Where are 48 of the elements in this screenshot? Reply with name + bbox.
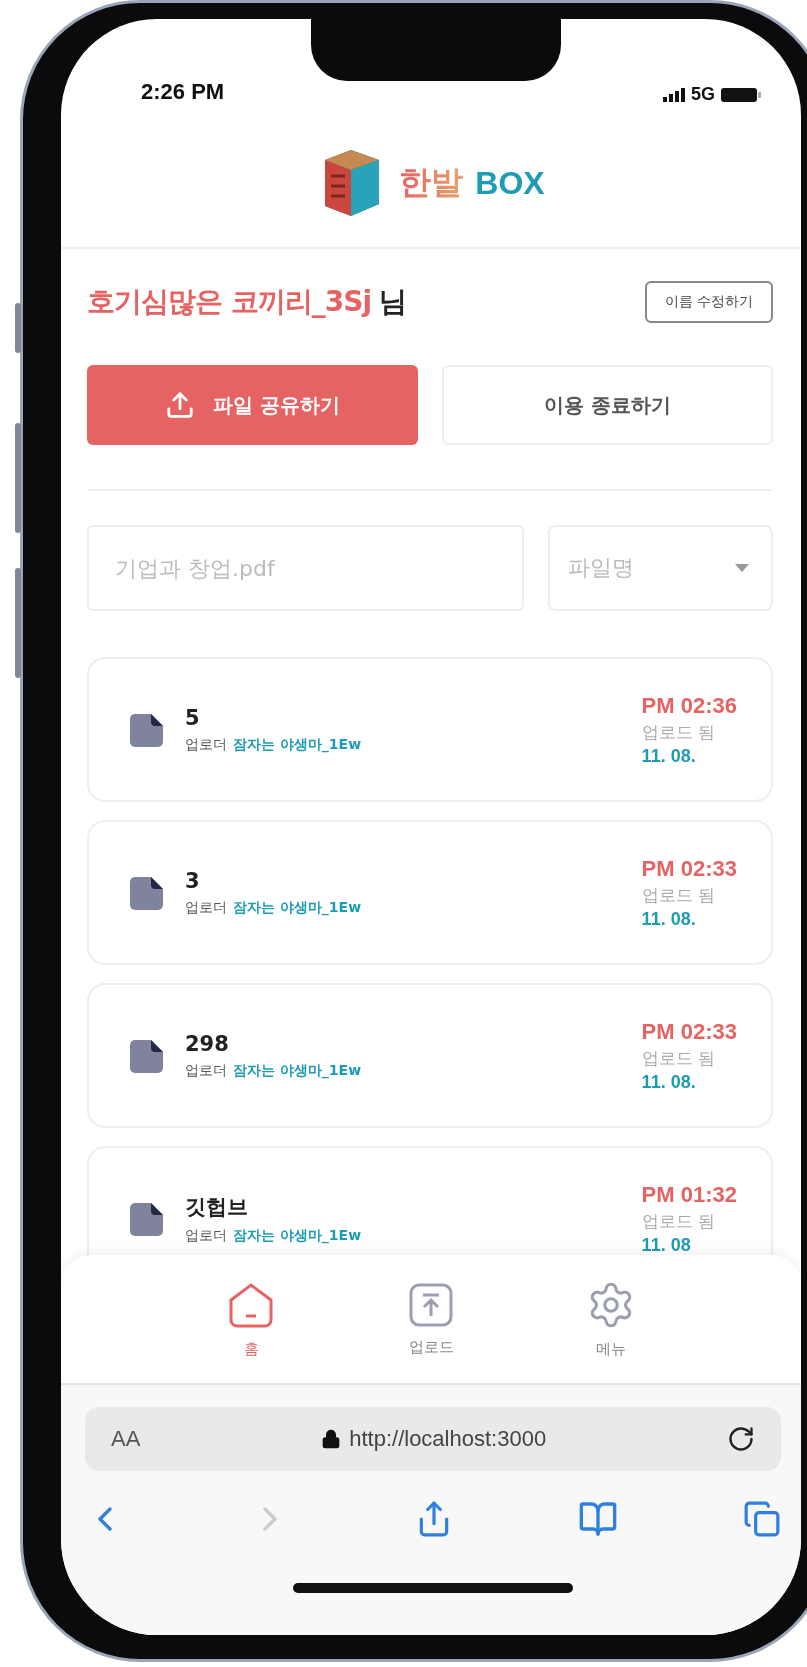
battery-icon	[721, 86, 761, 103]
upload-status: 업로드 됨	[641, 883, 716, 907]
upload-status: 업로드 됨	[641, 720, 716, 744]
upload-time: PM 02:36	[641, 692, 737, 719]
brand-name: BOX	[475, 164, 545, 202]
address-bar[interactable]: AA http://localhost:3000	[85, 1407, 781, 1471]
tabs-icon[interactable]	[743, 1500, 781, 1538]
caret-icon	[735, 564, 749, 572]
upload-status: 업로드 됨	[641, 1046, 716, 1070]
upload-date: 11. 08.	[641, 745, 697, 767]
uploader-name: 잠자는 야생마_1Ew	[233, 735, 362, 754]
upload-date: 11. 08.	[641, 1071, 697, 1093]
network-label: 5G	[691, 84, 715, 105]
file-name: 298	[185, 1031, 230, 1056]
nav-tab[interactable]: 업로드	[341, 1255, 521, 1383]
upload-time: PM 02:33	[641, 1018, 737, 1045]
upload-time: PM 01:32	[641, 1181, 737, 1208]
upload-date: 11. 08	[641, 1234, 692, 1256]
uploader-name: 잠자는 야생마_1Ew	[233, 898, 362, 917]
file-name: 5	[185, 705, 201, 730]
file-card[interactable]: 5 업로더 잠자는 야생마_1Ew PM 02:36 업로드 됨 11. 08.	[87, 657, 773, 802]
url-text: http://localhost:3000	[349, 1426, 547, 1452]
file-name: 3	[185, 868, 201, 893]
reload-icon[interactable]	[727, 1425, 755, 1453]
file-card[interactable]: 3 업로더 잠자는 야생마_1Ew PM 02:33 업로드 됨 11. 08.	[87, 820, 773, 965]
uploader-label: 업로더	[185, 1061, 227, 1080]
file-card[interactable]: 298 업로더 잠자는 야생마_1Ew PM 02:33 업로드 됨 11. 08.	[87, 983, 773, 1128]
nav-tab[interactable]: 메뉴	[521, 1255, 701, 1383]
signal-icon	[663, 87, 685, 102]
uploader-name: 잠자는 야생마_1Ew	[233, 1226, 362, 1245]
edit-name-button[interactable]: 이름 수정하기	[644, 281, 773, 323]
uploader-label: 업로더	[185, 1226, 227, 1245]
user-name: 호기심많은 코끼리_3Sj	[87, 285, 371, 318]
lock-icon	[321, 1429, 342, 1449]
uploader-label: 업로더	[185, 898, 227, 917]
uploader-name: 잠자는 야생마_1Ew	[233, 1061, 362, 1080]
upload-time: PM 02:33	[641, 855, 737, 882]
upload-date: 11. 08.	[641, 908, 697, 930]
quit-button[interactable]: 이용 종료하기	[442, 365, 773, 445]
file-name: 깃헙브	[185, 1193, 249, 1221]
status-time: 2:26 PM	[141, 79, 225, 105]
upload-icon	[165, 390, 195, 420]
text-size-button[interactable]: AA	[111, 1426, 141, 1452]
upload-status: 업로드 됨	[641, 1209, 716, 1233]
name-suffix: 님	[379, 285, 407, 318]
uploader-label: 업로더	[185, 735, 227, 754]
search-field[interactable]: 기업과 창업.pdf	[87, 525, 524, 611]
upload-icon	[408, 1281, 454, 1328]
